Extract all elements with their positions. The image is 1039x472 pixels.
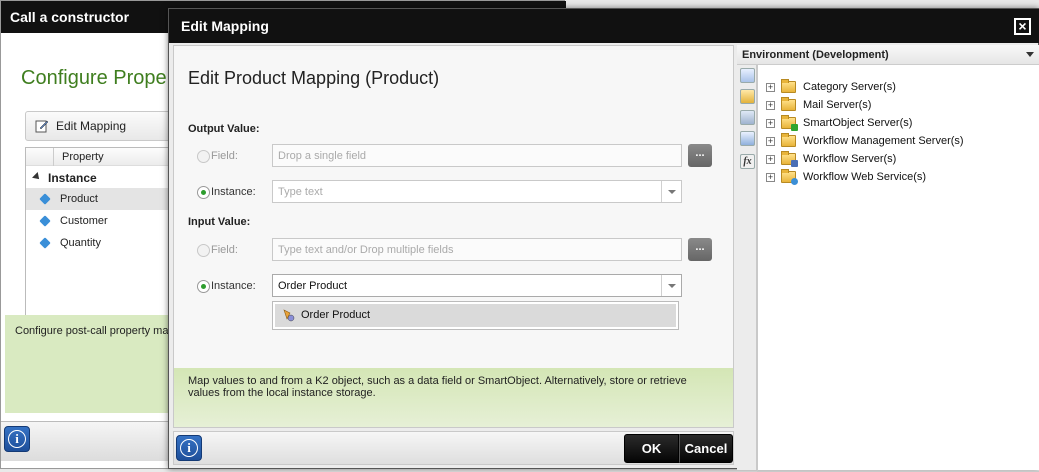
chevron-down-icon[interactable] bbox=[1026, 52, 1034, 57]
edit-icon bbox=[35, 120, 49, 133]
tree-node-mail-servers[interactable]: + Mail Server(s) bbox=[766, 97, 871, 115]
input-value-section: Input Value: bbox=[188, 216, 251, 228]
globe-badge-icon bbox=[791, 178, 798, 185]
wizard-heading: Configure Prope bbox=[21, 67, 167, 89]
environment-header[interactable]: Environment (Development) bbox=[737, 45, 1039, 65]
chevron-down-icon[interactable] bbox=[661, 275, 681, 296]
tree-node-category-servers[interactable]: + Category Server(s) bbox=[766, 79, 896, 97]
close-icon[interactable]: × bbox=[1014, 18, 1031, 35]
output-field-radio[interactable] bbox=[197, 150, 210, 163]
input-instance-label: Instance: bbox=[211, 280, 256, 292]
output-instance-radio[interactable] bbox=[197, 186, 210, 199]
output-instance-dropdown[interactable]: Type text bbox=[272, 180, 682, 203]
tree-node-smartobject-servers[interactable]: + SmartObject Server(s) bbox=[766, 115, 912, 133]
output-field-browse-button[interactable]: ... bbox=[688, 144, 712, 167]
instance-object-icon bbox=[283, 309, 295, 322]
property-icon bbox=[39, 237, 51, 249]
output-field-label: Field: bbox=[211, 150, 238, 162]
info-icon: i bbox=[180, 439, 198, 457]
environment-panel: Environment (Development) fx + Category S… bbox=[737, 45, 1039, 472]
tree-node-workflow-web-services[interactable]: + Workflow Web Service(s) bbox=[766, 169, 926, 187]
grid-row-customer[interactable]: Customer bbox=[26, 210, 174, 232]
folder-icon bbox=[781, 79, 796, 93]
mapping-heading: Edit Product Mapping (Product) bbox=[188, 68, 440, 88]
expand-icon[interactable]: + bbox=[766, 155, 775, 164]
environment-tree: + Category Server(s) + Mail Server(s) + Sma… bbox=[757, 65, 1039, 472]
expand-icon[interactable]: + bbox=[766, 83, 775, 92]
input-instance-dropdown[interactable]: Order Product bbox=[272, 274, 682, 297]
wizard-footer: i bbox=[1, 421, 171, 461]
wizard-info-button[interactable]: i bbox=[4, 426, 30, 452]
dialog-footer: i OK Cancel bbox=[173, 431, 734, 465]
info-icon: i bbox=[8, 430, 26, 448]
property-icon bbox=[39, 215, 51, 227]
chevron-down-icon[interactable] bbox=[661, 181, 681, 202]
grid-row-product[interactable]: Product bbox=[26, 188, 174, 210]
dropdown-option-order-product[interactable]: Order Product bbox=[275, 304, 676, 327]
output-instance-label: Instance: bbox=[211, 186, 256, 198]
expand-icon[interactable]: + bbox=[766, 137, 775, 146]
folder-icon bbox=[781, 151, 798, 167]
input-field-browse-button[interactable]: ... bbox=[688, 238, 712, 261]
environment-side-tabs: fx bbox=[737, 65, 757, 470]
input-instance-radio[interactable] bbox=[197, 280, 210, 293]
folder-icon bbox=[781, 115, 798, 131]
folder-icon bbox=[781, 169, 798, 185]
tree-node-workflow-management-servers[interactable]: + Workflow Management Server(s) bbox=[766, 133, 964, 151]
category-icon[interactable] bbox=[740, 89, 755, 104]
output-field-input[interactable]: Drop a single field bbox=[272, 144, 682, 167]
edit-mapping-dialog: Edit Mapping × Edit Product Mapping (Pro… bbox=[168, 8, 1039, 472]
dialog-title: Edit Mapping bbox=[169, 9, 1039, 43]
help-text: Map values to and from a K2 object, such… bbox=[174, 368, 733, 427]
smartobject-badge-icon bbox=[791, 124, 798, 131]
server-icon[interactable] bbox=[740, 131, 755, 146]
property-icon bbox=[39, 193, 51, 205]
edit-mapping-button[interactable]: Edit Mapping bbox=[25, 111, 175, 141]
output-value-section: Output Value: bbox=[188, 123, 260, 135]
grid-row-quantity[interactable]: Quantity bbox=[26, 232, 174, 254]
input-field-radio[interactable] bbox=[197, 244, 210, 257]
environment-icon[interactable] bbox=[740, 68, 755, 83]
instance-dropdown-list: Order Product bbox=[272, 301, 679, 330]
collapse-icon bbox=[32, 172, 42, 182]
input-field-label: Field: bbox=[211, 244, 238, 256]
edit-mapping-label: Edit Mapping bbox=[56, 119, 127, 133]
ok-button[interactable]: OK bbox=[624, 434, 679, 463]
mapping-panel: Edit Product Mapping (Product) Output Va… bbox=[173, 45, 734, 428]
folder-icon bbox=[781, 133, 796, 147]
expand-icon[interactable]: + bbox=[766, 173, 775, 182]
smartobject-icon[interactable] bbox=[740, 110, 755, 125]
tree-node-workflow-servers[interactable]: + Workflow Server(s) bbox=[766, 151, 896, 169]
folder-icon bbox=[781, 97, 796, 111]
expand-icon[interactable]: + bbox=[766, 119, 775, 128]
cancel-button[interactable]: Cancel bbox=[679, 434, 733, 463]
wizard-description: Configure post-call property ma bbox=[5, 315, 170, 413]
expand-icon[interactable]: + bbox=[766, 101, 775, 110]
dialog-info-button[interactable]: i bbox=[176, 435, 202, 461]
workflow-badge-icon bbox=[791, 160, 798, 167]
input-field-input[interactable]: Type text and/or Drop multiple fields bbox=[272, 238, 682, 261]
grid-column-header[interactable]: Property bbox=[26, 148, 174, 166]
property-grid: Property Instance Product Customer Quant… bbox=[25, 147, 175, 339]
grid-group-instance[interactable]: Instance bbox=[26, 166, 174, 188]
function-icon[interactable]: fx bbox=[740, 154, 755, 169]
